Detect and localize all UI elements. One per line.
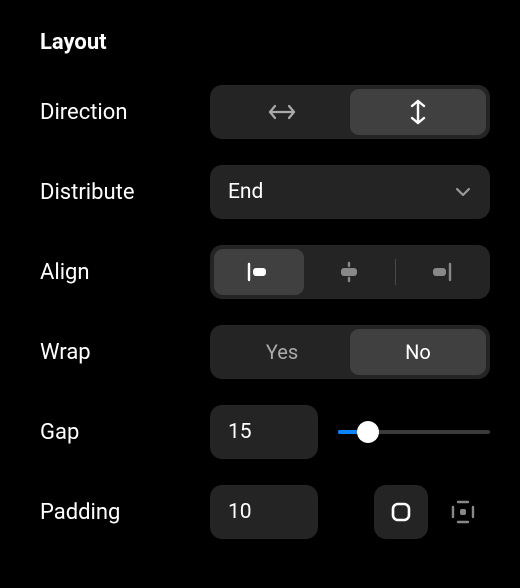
align-end-button[interactable] [396,249,486,295]
arrow-left-right-icon [267,101,297,123]
padding-label: Padding [40,500,210,525]
wrap-no-button[interactable]: No [350,329,486,375]
padding-input[interactable]: 10 [210,485,318,539]
direction-segmented [210,85,490,139]
padding-row: Padding 10 [40,485,490,539]
chevron-down-icon [454,186,472,198]
gap-row: Gap 15 [40,405,490,459]
direction-label: Direction [40,100,210,125]
align-end-icon [428,262,454,282]
align-center-button[interactable] [304,249,394,295]
arrow-up-down-icon [407,98,429,126]
distribute-dropdown[interactable]: End [210,165,490,219]
padding-individual-icon [450,499,476,525]
align-row: Align [40,245,490,299]
align-label: Align [40,260,210,285]
gap-label: Gap [40,420,210,445]
padding-uniform-button[interactable] [374,485,428,539]
distribute-value: End [228,180,263,204]
distribute-row: Distribute End [40,165,490,219]
direction-vertical-button[interactable] [350,89,486,135]
wrap-segmented: Yes No [210,325,490,379]
padding-uniform-icon [389,500,413,524]
direction-horizontal-button[interactable] [214,89,350,135]
wrap-row: Wrap Yes No [40,325,490,379]
wrap-yes-button[interactable]: Yes [214,329,350,375]
align-segmented [210,245,490,299]
gap-slider-thumb[interactable] [357,421,379,443]
padding-individual-button[interactable] [436,485,490,539]
distribute-label: Distribute [40,180,210,205]
wrap-label: Wrap [40,340,210,365]
direction-row: Direction [40,85,490,139]
gap-input[interactable]: 15 [210,405,318,459]
gap-slider[interactable] [338,420,490,444]
align-start-button[interactable] [214,249,304,295]
align-start-icon [246,262,272,282]
align-center-icon [336,261,362,283]
section-title: Layout [40,30,490,55]
